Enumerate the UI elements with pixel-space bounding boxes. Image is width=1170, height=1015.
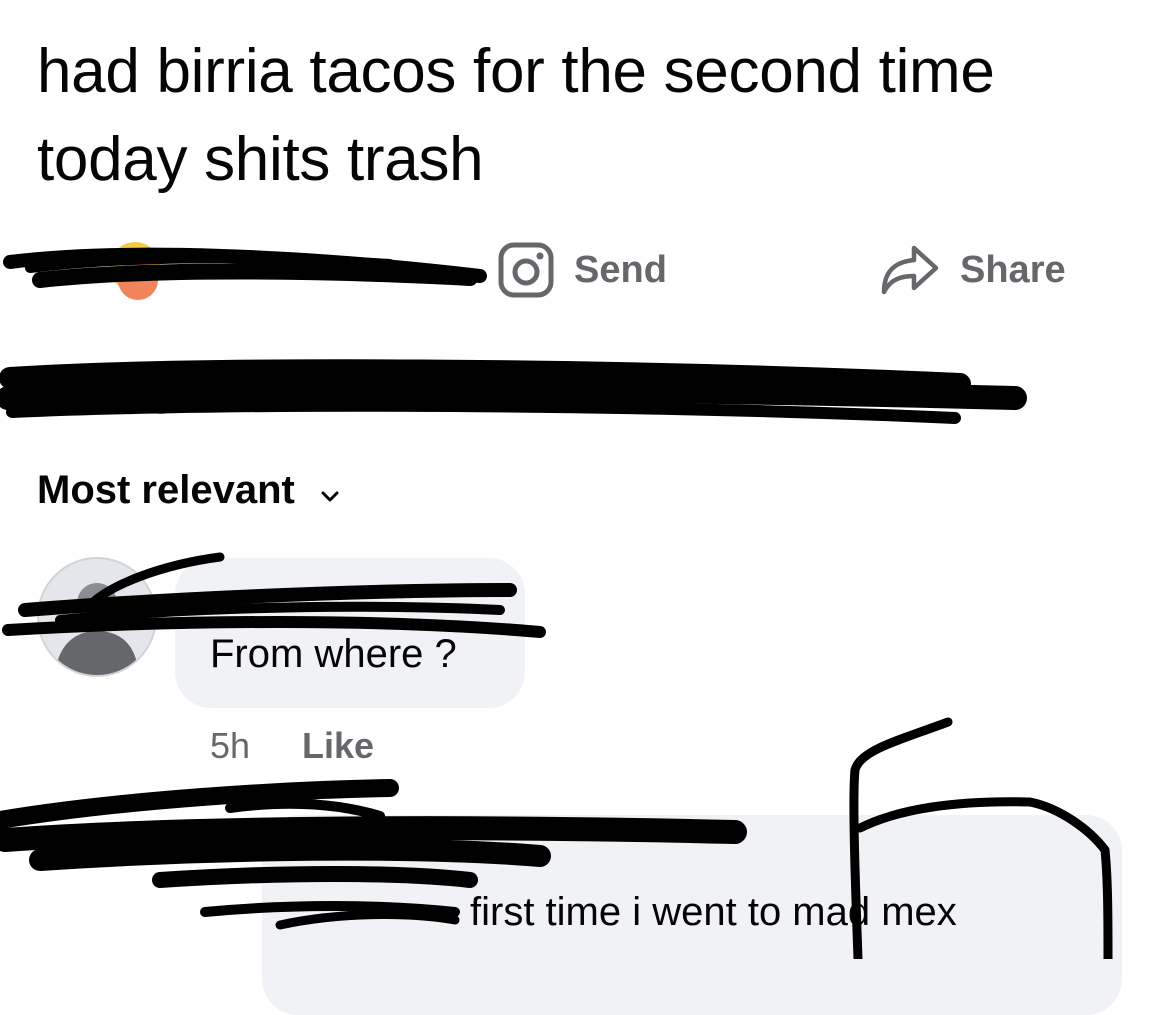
send-label: Send bbox=[574, 248, 667, 291]
sort-label: Most relevant bbox=[37, 468, 295, 512]
default-profile-icon bbox=[55, 583, 139, 675]
share-button[interactable]: Share bbox=[880, 242, 1066, 298]
commenter-avatar[interactable] bbox=[37, 557, 157, 677]
comment-timestamp: 5h bbox=[210, 725, 251, 766]
comment-like-button[interactable]: Like bbox=[302, 725, 374, 767]
comment-text: From where ? bbox=[210, 632, 457, 676]
send-button[interactable]: Send bbox=[498, 242, 667, 298]
instagram-icon bbox=[498, 242, 554, 298]
chevron-down-icon bbox=[321, 468, 339, 513]
reply-text: first time i went to mad mex bbox=[470, 890, 957, 934]
comment-sort-dropdown[interactable]: Most relevant bbox=[37, 468, 339, 513]
post-text: had birria tacos for the second time tod… bbox=[37, 37, 995, 194]
post-action-bar: Send Share bbox=[0, 230, 1170, 310]
reply-mention[interactable] bbox=[300, 890, 460, 934]
reactor-avatar-3 bbox=[138, 368, 184, 414]
reactor-avatar-2 bbox=[88, 368, 134, 414]
share-label: Share bbox=[960, 248, 1066, 291]
redaction-stroke bbox=[165, 369, 915, 407]
reaction-haha-icon bbox=[118, 260, 158, 300]
share-arrow-icon bbox=[880, 242, 940, 298]
comment-meta: 5h Like bbox=[210, 725, 374, 767]
reactor-avatar-1 bbox=[38, 368, 84, 414]
